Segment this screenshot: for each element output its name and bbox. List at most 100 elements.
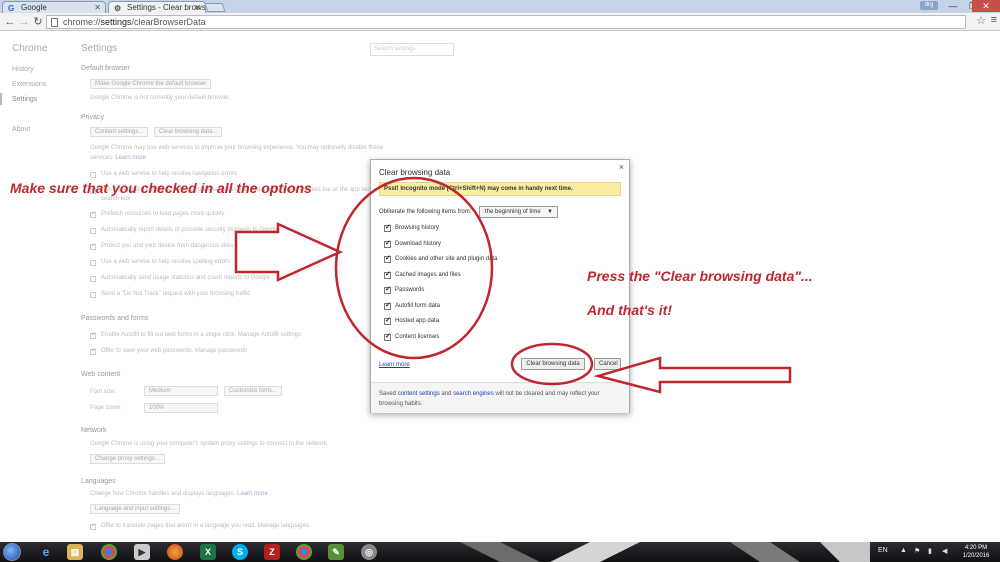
passwords-checkbox[interactable] (90, 347, 96, 355)
change-proxy-button[interactable]: Change proxy settings... (90, 454, 165, 464)
start-button[interactable] (3, 543, 21, 561)
sidebar-item-about[interactable]: About (12, 126, 30, 133)
make-default-button[interactable]: Make Google Chrome the default browser (90, 79, 212, 89)
default-browser-heading: Default browser (81, 65, 131, 72)
dialog-title: Clear browsing data (379, 168, 451, 177)
privacy-checkbox[interactable] (90, 210, 96, 218)
chrome-icon[interactable] (101, 544, 117, 560)
checkbox-cached-images[interactable] (384, 270, 391, 279)
google-icon: G (8, 4, 15, 13)
time-range-select[interactable]: the beginning of time ▼ (479, 206, 558, 218)
back-icon[interactable]: ← (3, 15, 17, 29)
minimize-button[interactable]: — (942, 0, 964, 12)
sidebar-item-extensions[interactable]: Extensions (12, 81, 46, 88)
reload-icon[interactable]: ↻ (31, 15, 45, 29)
bookmark-star-icon[interactable]: ☆ (976, 14, 986, 27)
passwords-option-label: Enable Autofill to fill out web forms in… (101, 332, 302, 338)
clear-browsing-data-confirm-button[interactable]: Clear browsing data (521, 358, 585, 370)
tab-google[interactable]: G Google ✕ (2, 1, 106, 13)
checkbox-cookies[interactable] (384, 254, 391, 263)
media-player-icon[interactable]: ▶ (134, 544, 150, 560)
sidebar-item-history[interactable]: History (12, 66, 34, 73)
window-titlebar: G Google ✕ ⚙ Settings - Clear browsing ✕… (0, 0, 1000, 13)
font-size-label: Font size: (90, 389, 117, 395)
close-icon[interactable]: × (619, 162, 624, 172)
page-title: Settings (81, 43, 118, 54)
language-indicator[interactable]: EN (878, 547, 888, 554)
language-settings-button[interactable]: Language and input settings... (90, 504, 181, 514)
privacy-option-label: Automatically report details of possible… (101, 227, 279, 233)
checkbox-passwords[interactable] (384, 285, 391, 294)
network-icon[interactable]: ▮ (928, 547, 932, 555)
page-zoom-select[interactable]: 100% (144, 403, 218, 413)
privacy-checkbox[interactable] (90, 292, 96, 298)
sidebar-title: Chrome (12, 43, 48, 54)
annotation-press: Press the "Clear browsing data"... (587, 268, 813, 284)
flag-icon[interactable]: ⚑ (914, 547, 920, 555)
menu-icon[interactable]: ≡ (991, 14, 997, 26)
clear-browsing-data-button[interactable]: Clear browsing data... (154, 127, 223, 137)
privacy-description: Google Chrome may use web services to im… (90, 145, 384, 151)
checkbox-label: Cookies and other site and plugin data (395, 256, 498, 262)
new-tab-button[interactable] (204, 3, 226, 12)
close-icon[interactable]: ✕ (94, 2, 101, 13)
excel-icon[interactable]: X (200, 544, 216, 560)
window-close-button[interactable]: ✕ (972, 0, 1000, 12)
checkbox-label: Content licenses (395, 334, 440, 340)
internet-explorer-icon[interactable]: e (38, 544, 54, 560)
chrome-app-icon[interactable] (296, 544, 312, 560)
clock-date: 1/20/2016 (962, 553, 990, 559)
page-icon (51, 18, 58, 27)
user-badge[interactable]: drg (920, 1, 938, 10)
filezilla-icon[interactable]: Z (264, 544, 280, 560)
notepad-icon[interactable]: ✎ (328, 544, 344, 560)
font-size-select[interactable]: Medium (144, 386, 218, 396)
volume-icon[interactable]: ◀ (942, 547, 947, 555)
search-settings-input[interactable]: Search settings (370, 43, 454, 56)
cancel-button[interactable]: Cancel (594, 358, 621, 370)
tab-settings[interactable]: ⚙ Settings - Clear browsing ✕ (108, 1, 206, 13)
learn-more-link[interactable]: Learn more (379, 362, 410, 368)
languages-learn-more-link[interactable]: Learn more (237, 491, 268, 497)
address-bar[interactable]: chrome://settings/clearBrowserData (46, 15, 966, 29)
privacy-option-label: Use a web service to help resolve naviga… (101, 171, 238, 177)
sidebar-item-settings[interactable]: Settings (12, 96, 37, 103)
customize-fonts-button[interactable]: Customize fonts... (224, 386, 283, 396)
incognito-tip-banner: Psst! Incognito mode (Ctrl+Shift+N) may … (379, 182, 621, 196)
clock-time: 4:20 PM (964, 545, 988, 551)
close-icon[interactable]: ✕ (194, 2, 201, 13)
tray-arrow-icon[interactable]: ▲ (900, 547, 907, 554)
privacy-learn-more-link[interactable]: Learn more (115, 155, 146, 161)
passwords-checkbox[interactable] (90, 331, 96, 339)
web-content-heading: Web content (81, 371, 121, 378)
translate-option-label: Offer to translate pages that aren't in … (101, 523, 309, 529)
checkbox-download-history[interactable] (384, 239, 391, 248)
privacy-checkbox[interactable] (90, 276, 96, 282)
privacy-checkbox[interactable] (90, 172, 96, 178)
firefox-icon[interactable] (167, 544, 183, 560)
default-browser-note: Google Chrome is not currently your defa… (90, 95, 231, 101)
checkbox-hosted-app-data[interactable] (384, 316, 391, 325)
privacy-checkbox[interactable] (90, 242, 96, 250)
privacy-option-label: Send a "Do Not Track" request with your … (101, 291, 251, 297)
content-settings-button[interactable]: Content settings... (90, 127, 149, 137)
skype-icon[interactable]: S (232, 544, 248, 560)
app-icon[interactable]: ◎ (361, 544, 377, 560)
search-engines-link[interactable]: search engines (453, 391, 494, 397)
checkbox-content-licenses[interactable] (384, 332, 391, 341)
content-settings-link[interactable]: content settings (398, 391, 440, 397)
obliterate-label: Obliterate the following items from: (379, 209, 472, 215)
checkbox-label: Autofill form data (395, 303, 441, 309)
privacy-checkbox[interactable] (90, 260, 96, 266)
checkbox-autofill[interactable] (384, 301, 391, 310)
privacy-option-label: Prefetch resources to load pages more qu… (101, 211, 225, 217)
tab-google-label: Google (21, 3, 47, 12)
privacy-heading: Privacy (81, 114, 104, 121)
clock[interactable]: 4:20 PM 1/20/2016 (956, 544, 996, 560)
checkbox-browsing-history[interactable] (384, 223, 391, 232)
privacy-checkbox[interactable] (90, 228, 96, 234)
translate-checkbox[interactable] (90, 522, 96, 530)
file-explorer-icon[interactable]: ▤ (67, 544, 83, 560)
forward-icon[interactable]: → (17, 15, 31, 29)
privacy-option-label: Use a web service to help resolve spelli… (101, 259, 231, 265)
